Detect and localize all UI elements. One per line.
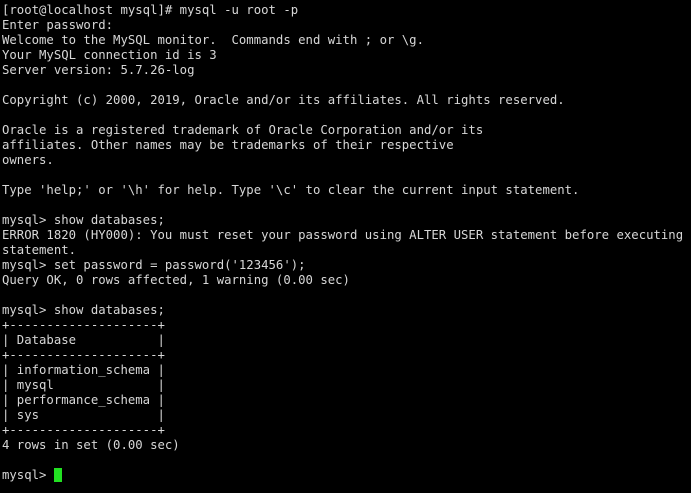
- table-row: | mysql |: [2, 378, 165, 392]
- table-row: | information_schema |: [2, 363, 165, 377]
- terminal-line: ERROR 1820 (HY000): You must reset your …: [2, 228, 691, 242]
- terminal-line: owners.: [2, 153, 54, 167]
- table-row: | performance_schema |: [2, 393, 165, 407]
- terminal-line: 4 rows in set (0.00 sec): [2, 438, 180, 452]
- table-border: +--------------------+: [2, 423, 165, 437]
- terminal-line: Copyright (c) 2000, 2019, Oracle and/or …: [2, 93, 565, 107]
- terminal-line: Your MySQL connection id is 3: [2, 48, 217, 62]
- terminal-line: mysql> show databases;: [2, 303, 165, 317]
- terminal-line: Type 'help;' or '\h' for help. Type '\c'…: [2, 183, 580, 197]
- prompt-label: mysql>: [2, 468, 54, 482]
- terminal-line: Welcome to the MySQL monitor. Commands e…: [2, 33, 424, 47]
- table-row: | sys |: [2, 408, 165, 422]
- terminal-line: statement.: [2, 243, 77, 257]
- terminal-line: Enter password:: [2, 18, 114, 32]
- terminal-line: [root@localhost mysql]# mysql -u root -p: [2, 3, 299, 17]
- terminal-line: Query OK, 0 rows affected, 1 warning (0.…: [2, 273, 350, 287]
- table-header: | Database |: [2, 333, 165, 347]
- table-border: +--------------------+: [2, 348, 165, 362]
- terminal-line: Oracle is a registered trademark of Orac…: [2, 123, 484, 137]
- terminal-line: affiliates. Other names may be trademark…: [2, 138, 454, 152]
- terminal-line: mysql> show databases;: [2, 213, 165, 227]
- cursor-block[interactable]: [53, 468, 62, 482]
- terminal-line: mysql> set password = password('123456')…: [2, 258, 306, 272]
- terminal-window[interactable]: [root@localhost mysql]# mysql -u root -p…: [0, 0, 691, 493]
- table-border: +--------------------+: [2, 318, 165, 332]
- prompt-line[interactable]: mysql>: [2, 468, 691, 483]
- terminal-line: Server version: 5.7.26-log: [2, 63, 195, 77]
